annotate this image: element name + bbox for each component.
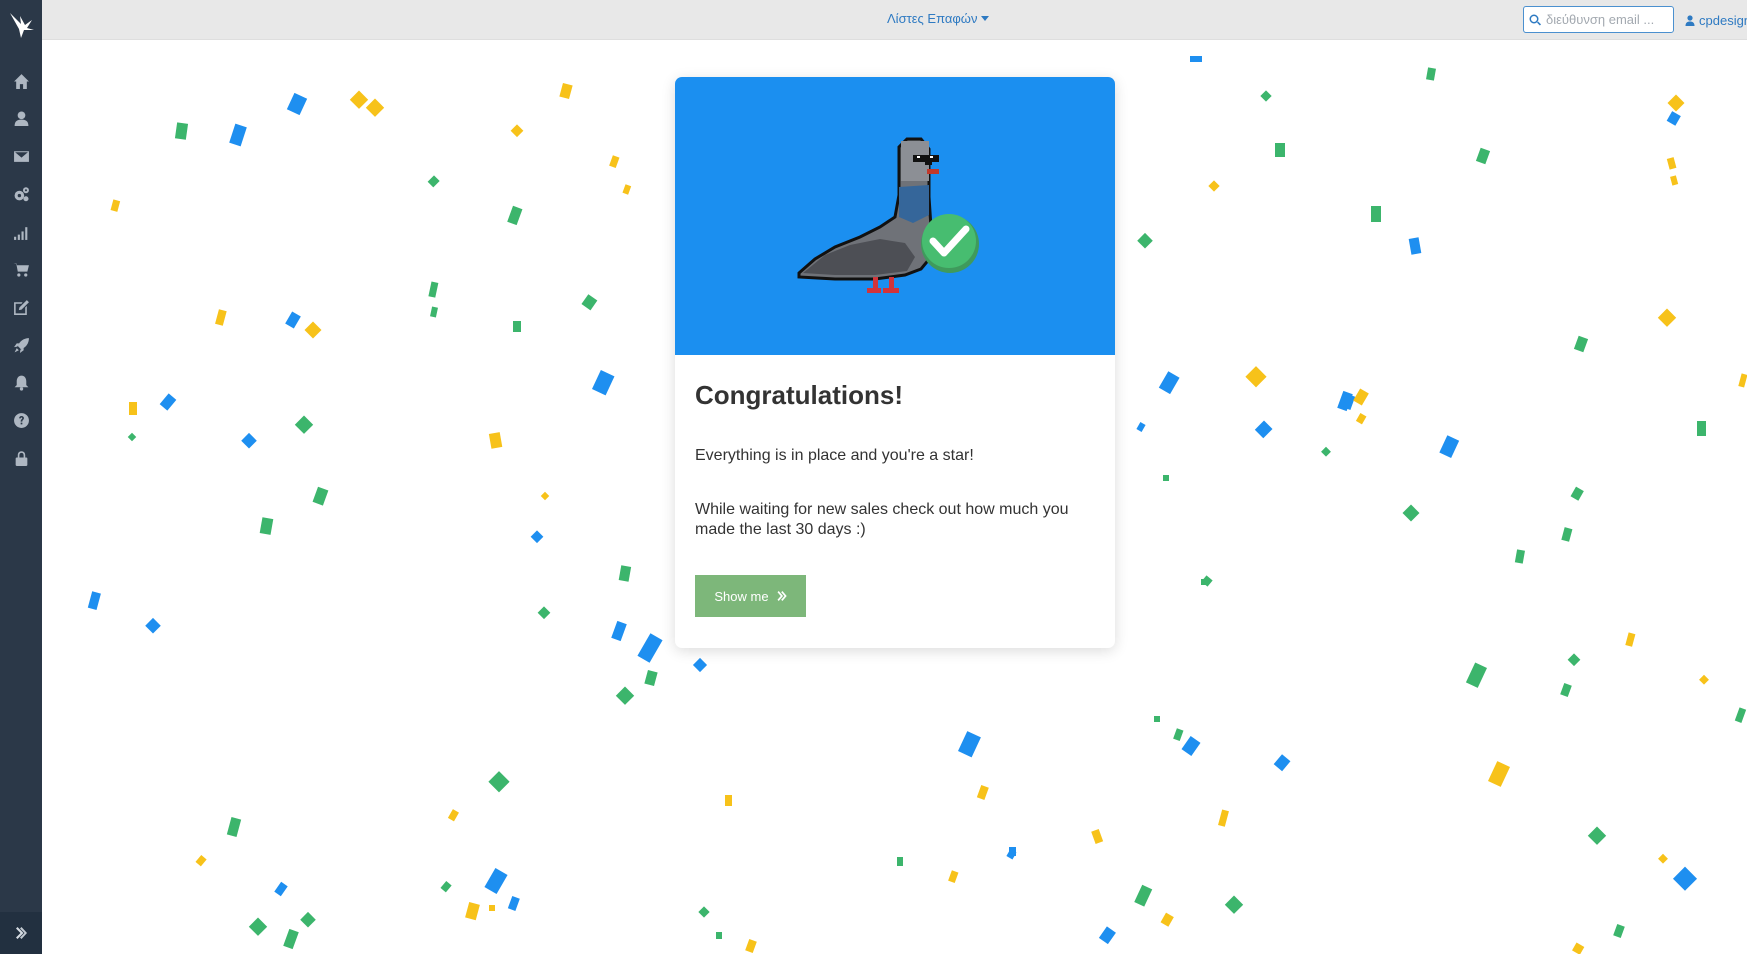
search-icon bbox=[1529, 14, 1541, 25]
cogs-icon[interactable] bbox=[11, 184, 31, 204]
caret-down-icon bbox=[981, 16, 990, 21]
double-chevron-right-icon bbox=[777, 591, 787, 601]
card-title: Congratulations! bbox=[695, 380, 903, 410]
user-menu-dropdown[interactable]: cpdesign bbox=[1685, 13, 1747, 28]
email-search-input[interactable] bbox=[1546, 12, 1674, 27]
lock-icon[interactable] bbox=[11, 448, 31, 468]
contact-lists-dropdown[interactable]: Λίστες Επαφών bbox=[887, 11, 990, 26]
user-icon bbox=[1685, 15, 1695, 26]
show-me-button[interactable]: Show me bbox=[695, 575, 806, 617]
rocket-icon[interactable] bbox=[11, 335, 31, 355]
top-bar: Λίστες Επαφών cpdesign bbox=[42, 0, 1747, 40]
question-circle-icon[interactable] bbox=[11, 410, 31, 430]
email-search-box[interactable] bbox=[1523, 6, 1674, 33]
edit-icon[interactable] bbox=[11, 297, 31, 317]
envelope-icon[interactable] bbox=[11, 146, 31, 166]
home-icon[interactable] bbox=[11, 71, 31, 91]
pigeon-illustration bbox=[797, 137, 979, 293]
card-hero-banner bbox=[675, 77, 1115, 355]
show-me-label: Show me bbox=[714, 588, 769, 604]
card-message: Everything is in place and you're a star… bbox=[695, 447, 974, 464]
contact-lists-label: Λίστες Επαφών bbox=[887, 11, 978, 26]
pigeon-logo-icon[interactable] bbox=[7, 10, 37, 40]
double-chevron-right-icon bbox=[16, 927, 27, 939]
user-icon[interactable] bbox=[11, 108, 31, 128]
sidebar-expand-button[interactable] bbox=[0, 912, 42, 954]
bell-icon[interactable] bbox=[11, 372, 31, 392]
sidebar bbox=[0, 0, 42, 954]
congratulations-card: Congratulations! Everything is in place … bbox=[675, 77, 1115, 648]
signal-bars-icon[interactable] bbox=[11, 222, 31, 242]
card-sales-message: While waiting for new sales check out ho… bbox=[695, 501, 1069, 538]
username-label: cpdesign bbox=[1699, 13, 1747, 28]
shopping-cart-icon[interactable] bbox=[11, 259, 31, 279]
